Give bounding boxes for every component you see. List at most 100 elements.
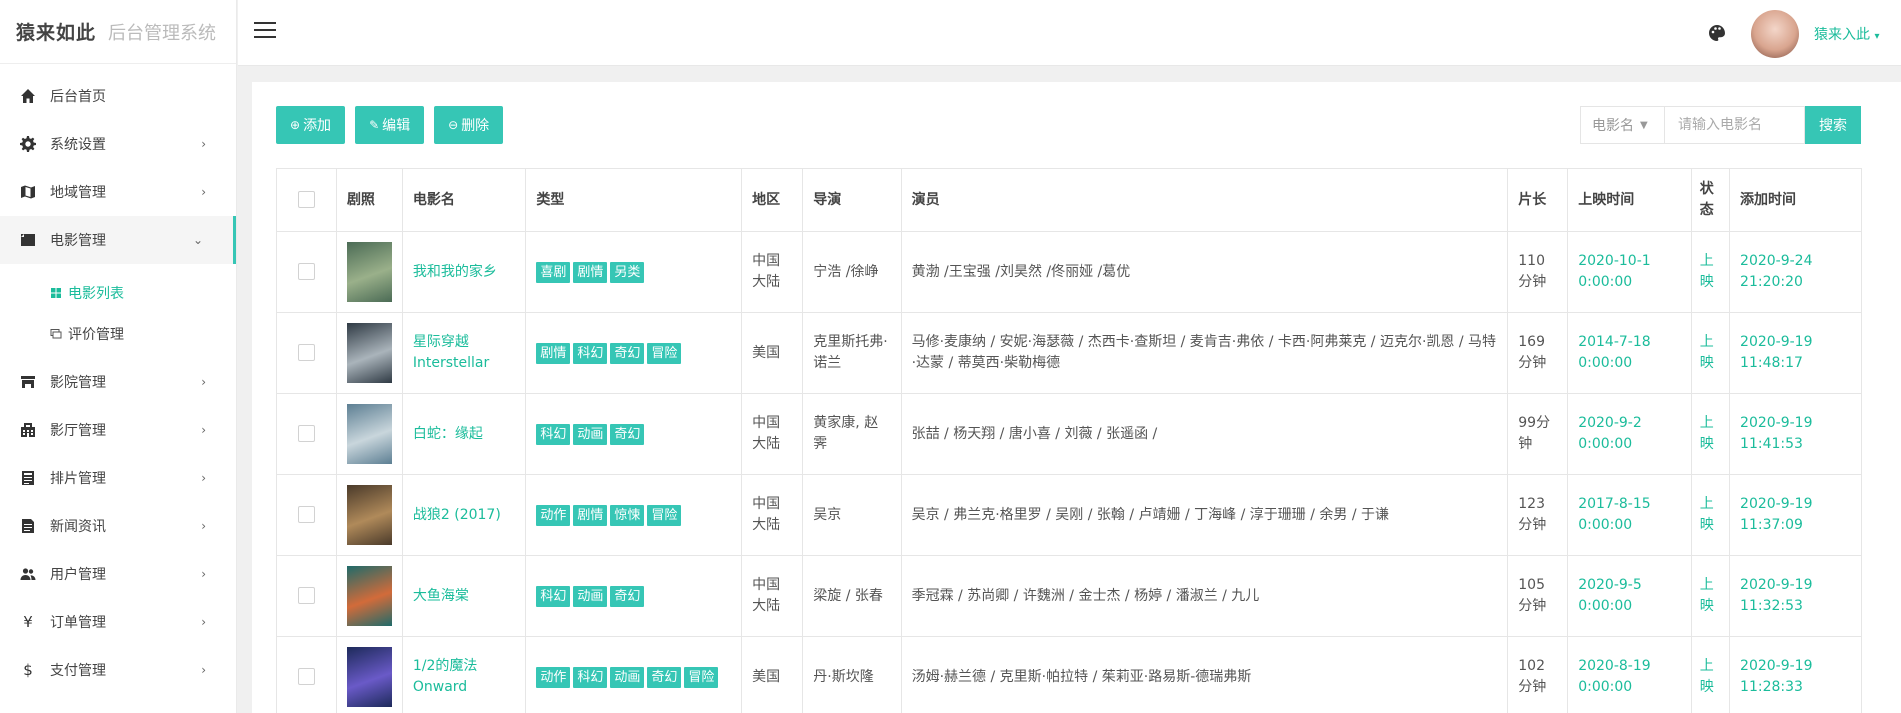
duration-cell: 102分钟 xyxy=(1507,636,1569,713)
duration-cell: 123分钟 xyxy=(1507,474,1569,556)
row-checkbox[interactable] xyxy=(297,668,315,685)
movie-poster[interactable] xyxy=(346,323,392,383)
genre-tag: 惊悚 xyxy=(610,504,645,526)
search-button[interactable]: 搜索 xyxy=(1805,106,1861,144)
region-cell: 中国大陆 xyxy=(741,393,804,475)
chevron-right-icon: › xyxy=(201,567,206,581)
add-button-label: 添加 xyxy=(303,118,332,134)
sidebar-item-settings[interactable]: 系统设置 › xyxy=(0,120,236,168)
row-checkbox[interactable] xyxy=(297,344,315,361)
sidebar-item-region[interactable]: 地域管理 › xyxy=(0,168,236,216)
add-button[interactable]: ⊕ 添加 xyxy=(276,106,346,144)
movie-poster[interactable] xyxy=(346,566,392,626)
app-logo[interactable]: 猿来如此 后台管理系统 xyxy=(0,0,236,64)
column-header: 演员 xyxy=(900,168,1509,232)
sidebar-item-halls[interactable]: 影厅管理 › xyxy=(0,406,236,454)
genre-tag: 科幻 xyxy=(573,342,608,364)
sidebar: 猿来如此 后台管理系统 后台首页 系统设置 › 地域管理 › 电影管理 ⌄ 电影… xyxy=(0,0,237,713)
sidebar-item-users[interactable]: 用户管理 › xyxy=(0,550,236,598)
top-header: 猿来入此 ▾ xyxy=(238,0,1901,66)
film-icon xyxy=(20,232,36,248)
added-cell: 2020-9-19 11:28:33 xyxy=(1729,636,1862,713)
row-select-cell xyxy=(276,393,337,475)
movie-poster[interactable] xyxy=(346,485,392,545)
genre-tag: 动作 xyxy=(536,504,571,526)
sidebar-subitem-movie-list[interactable]: 电影列表 xyxy=(0,272,236,313)
movie-title-link[interactable]: 我和我的家乡 xyxy=(413,264,497,280)
duration-cell: 99分钟 xyxy=(1507,393,1569,475)
director-cell: 黄家康, 赵霁 xyxy=(802,393,902,475)
table-header-row: 剧照 电影名 类型 地区 导演 演员 片长 上映时间 状态 添加时间 xyxy=(276,168,1862,232)
actors-cell: 张喆 / 杨天翔 / 唐小喜 / 刘薇 / 张遥函 / xyxy=(900,393,1509,475)
grid-icon xyxy=(50,287,62,299)
movie-title-link[interactable]: 白蛇：缘起 xyxy=(413,426,483,442)
added-cell: 2020-9-19 11:41:53 xyxy=(1729,393,1862,475)
palette-icon[interactable] xyxy=(1707,23,1727,43)
column-header: 导演 xyxy=(802,168,902,232)
menu-toggle-icon[interactable] xyxy=(254,22,276,40)
release-cell: 2020-9-2 0:00:00 xyxy=(1567,393,1692,475)
movies-submenu: 电影列表 评价管理 xyxy=(0,264,236,358)
table-row: 大鱼海棠 科幻 动画 奇幻 中国大陆 梁旋 / 张春 季冠霖 / 苏尚卿 / 许魏洲 / 金… xyxy=(276,555,1862,637)
search-input[interactable] xyxy=(1664,106,1805,144)
edit-button[interactable]: ✎ 编辑 xyxy=(355,106,425,144)
action-toolbar: ⊕ 添加 ✎ 编辑 ⊖ 删除 xyxy=(276,106,504,144)
table-row: 我和我的家乡 喜剧 剧情 另类 中国大陆 宁浩 /徐峥 黄渤 /王宝强 /刘昊然 /佟丽娅 … xyxy=(276,231,1862,313)
table-row: 白蛇：缘起 科幻 动画 奇幻 中国大陆 黄家康, 赵霁 张喆 / 杨天翔 / 唐小喜 / 刘… xyxy=(276,393,1862,475)
username-label: 猿来入此 xyxy=(1814,27,1870,43)
poster-cell xyxy=(335,312,403,394)
sidebar-item-payments[interactable]: $ 支付管理 › xyxy=(0,646,236,694)
user-menu[interactable]: 猿来入此 ▾ xyxy=(1814,24,1879,44)
status-cell: 上映 xyxy=(1690,312,1731,394)
sidebar-item-cinemas[interactable]: 影院管理 › xyxy=(0,358,236,406)
director-cell: 克里斯托弗·诺兰 xyxy=(802,312,902,394)
added-cell: 2020-9-19 11:37:09 xyxy=(1729,474,1862,556)
row-checkbox[interactable] xyxy=(297,425,315,442)
avatar[interactable] xyxy=(1751,10,1799,58)
movie-title-link[interactable]: 1/2的魔法 Onward xyxy=(413,658,478,695)
title-cell: 星际穿越 Interstellar xyxy=(401,312,527,394)
title-cell: 战狼2 (2017) xyxy=(401,474,527,556)
row-checkbox[interactable] xyxy=(297,587,315,604)
status-cell: 上映 xyxy=(1690,636,1731,713)
sidebar-subitem-reviews[interactable]: 评价管理 xyxy=(0,313,236,354)
sidebar-item-schedule[interactable]: 排片管理 › xyxy=(0,454,236,502)
sidebar-item-orders[interactable]: ¥ 订单管理 › xyxy=(0,598,236,646)
movie-title-link[interactable]: 大鱼海棠 xyxy=(413,588,469,604)
row-checkbox[interactable] xyxy=(297,263,315,280)
users-icon xyxy=(20,566,36,582)
pencil-icon: ✎ xyxy=(369,118,380,132)
search-field-select[interactable]: 电影名 ▼ xyxy=(1580,106,1664,144)
status-cell: 上映 xyxy=(1690,393,1731,475)
row-select-cell xyxy=(276,636,337,713)
comment-icon xyxy=(50,328,62,340)
movie-poster[interactable] xyxy=(346,404,392,464)
row-checkbox[interactable] xyxy=(297,506,315,523)
sidebar-item-news[interactable]: 新闻资讯 › xyxy=(0,502,236,550)
actors-cell: 黄渤 /王宝强 /刘昊然 /佟丽娅 /葛优 xyxy=(900,231,1509,313)
brand-name: 猿来如此 xyxy=(16,22,97,44)
delete-button[interactable]: ⊖ 删除 xyxy=(434,106,504,144)
minus-circle-icon: ⊖ xyxy=(448,118,459,132)
column-header: 地区 xyxy=(741,168,804,232)
sidebar-item-home[interactable]: 后台首页 xyxy=(0,72,236,120)
chevron-right-icon: › xyxy=(201,519,206,533)
movie-title-link[interactable]: 星际穿越 Interstellar xyxy=(413,334,489,371)
region-cell: 美国 xyxy=(741,312,804,394)
movie-title-link[interactable]: 战狼2 (2017) xyxy=(413,507,501,523)
genre-tag: 冒险 xyxy=(647,342,682,364)
genre-tag: 动画 xyxy=(610,666,645,688)
select-all-checkbox[interactable] xyxy=(297,191,315,208)
genre-cell: 剧情 科幻 奇幻 冒险 xyxy=(525,312,743,394)
column-header: 状态 xyxy=(1690,168,1731,232)
sidebar-item-label: 订单管理 xyxy=(50,615,106,631)
sidebar-subitem-label: 评价管理 xyxy=(68,326,124,343)
delete-button-label: 删除 xyxy=(461,118,490,134)
chevron-right-icon: › xyxy=(201,471,206,485)
region-cell: 中国大陆 xyxy=(741,555,804,637)
movie-poster[interactable] xyxy=(346,647,392,707)
movie-poster[interactable] xyxy=(346,242,392,302)
sidebar-item-movies[interactable]: 电影管理 ⌄ xyxy=(0,216,236,264)
sidebar-item-label: 后台首页 xyxy=(50,89,106,105)
chevron-right-icon: › xyxy=(201,615,206,629)
